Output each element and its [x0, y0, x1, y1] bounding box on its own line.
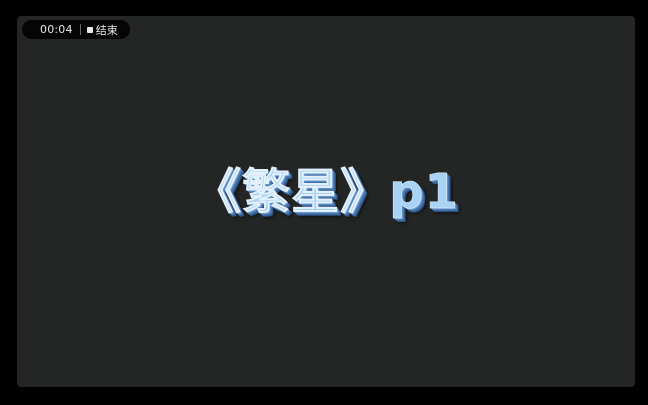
screen-recorder-pill: 00:04 结束: [22, 20, 130, 39]
pill-divider: [79, 24, 81, 35]
video-screen: 《繁星》p1: [17, 16, 635, 387]
stop-icon: [86, 26, 93, 33]
slide-title: 《繁星》p1: [193, 164, 459, 221]
stop-recording-button[interactable]: 结束: [86, 22, 118, 38]
recording-timer: 00:04: [40, 23, 73, 36]
stop-label: 结束: [95, 23, 118, 37]
